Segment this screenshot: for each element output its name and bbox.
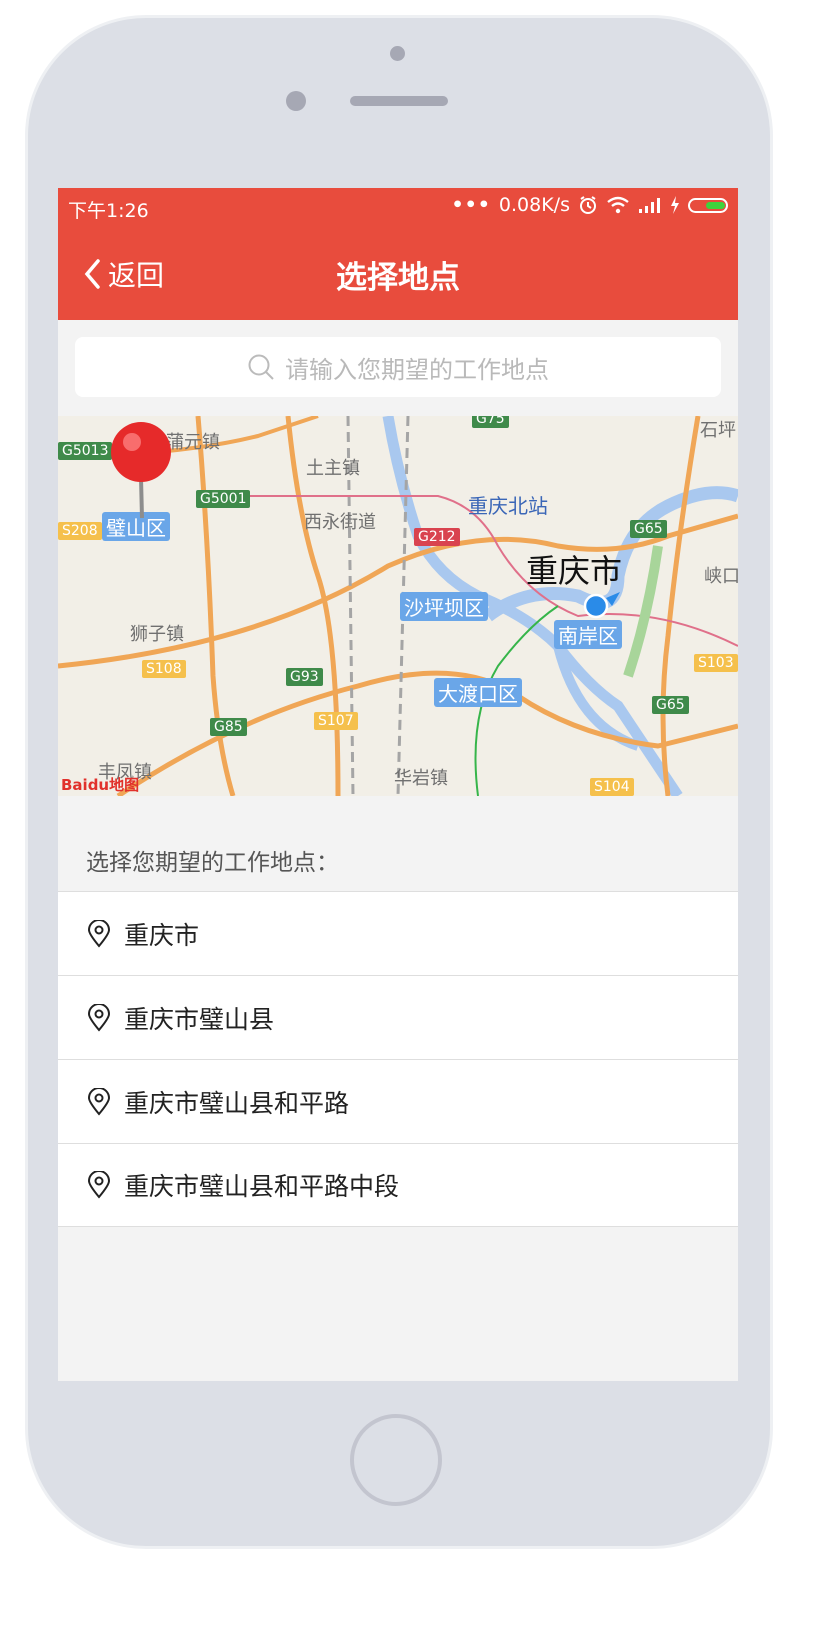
nav-bar: 返回 选择地点	[58, 226, 738, 320]
signal-icon	[639, 198, 660, 213]
map-label-shapingba: 沙坪坝区	[400, 592, 488, 621]
map-label-nanan: 南岸区	[554, 620, 622, 649]
shield-s108: S108	[142, 660, 186, 678]
wifi-icon	[607, 196, 629, 214]
charging-icon	[671, 196, 679, 214]
map-pin-icon[interactable]	[108, 420, 174, 520]
search-input[interactable]: 请输入您期望的工作地点	[75, 337, 721, 397]
alarm-icon	[580, 196, 596, 214]
status-bar: 下午1:26 ••• 0.08K/s	[58, 188, 738, 226]
location-list: 重庆市 重庆市璧山县 重庆市璧山县和平路 重庆市璧山县和平路中段	[58, 891, 738, 1227]
status-time: 下午1:26	[68, 200, 149, 222]
location-pin-icon	[87, 1003, 111, 1032]
map-label-city: 重庆市	[526, 552, 623, 590]
shield-g212: G212	[414, 528, 460, 546]
home-button[interactable]	[350, 1414, 442, 1506]
proximity-sensor	[390, 46, 405, 61]
shield-g75: G75	[472, 416, 509, 428]
shield-g65-b: G65	[652, 696, 689, 714]
location-item-label: 重庆市璧山县和平路中段	[124, 1172, 400, 1201]
location-pin-icon	[87, 1171, 111, 1199]
location-item-label: 重庆市璧山县	[124, 1004, 275, 1034]
search-placeholder: 请输入您期望的工作地点	[285, 355, 549, 384]
location-item[interactable]: 重庆市璧山县	[58, 975, 738, 1059]
battery-icon	[688, 197, 728, 213]
shield-s103: S103	[694, 654, 738, 672]
location-pin-icon	[87, 919, 111, 948]
baidu-logo: Baidu地图	[61, 776, 140, 794]
shield-g85: G85	[210, 718, 247, 736]
shield-g93: G93	[286, 668, 323, 686]
location-item-label: 重庆市璧山县和平路	[124, 1088, 350, 1118]
shield-g5001: G5001	[196, 490, 251, 508]
current-location-icon	[583, 592, 620, 619]
location-pin-icon	[87, 1087, 111, 1116]
location-item[interactable]: 重庆市	[58, 891, 738, 975]
shield-g5013: G5013	[58, 442, 113, 460]
earpiece-speaker	[350, 96, 448, 106]
page-title: 选择地点	[336, 260, 460, 296]
phone-frame: 下午1:26 ••• 0.08K/s 返回 选择地点 请输入您期望的工作地点 蒲…	[28, 18, 770, 1546]
search-icon	[248, 354, 274, 380]
map-label-tuzhu: 土主镇	[306, 458, 360, 479]
map-label-xiyong: 西永街道	[304, 512, 376, 533]
map-view[interactable]: 蒲元镇 土主镇 西永街道 狮子镇 华岩镇 丰凤镇 石坪 峡口 重庆北站 璧山区 …	[58, 416, 738, 796]
map-label-xia: 峡口	[704, 566, 738, 587]
section-label: 选择您期望的工作地点：	[86, 850, 339, 876]
app-screen: 下午1:26 ••• 0.08K/s 返回 选择地点 请输入您期望的工作地点 蒲…	[58, 188, 738, 1381]
shield-s107: S107	[314, 712, 358, 730]
map-label-shiping: 石坪	[700, 420, 736, 441]
location-item-label: 重庆市	[124, 920, 200, 950]
map-label-station: 重庆北站	[468, 494, 548, 518]
shield-s208: S208	[58, 522, 102, 540]
network-speed: 0.08K/s	[498, 194, 570, 216]
map-label-huayan: 华岩镇	[394, 768, 448, 789]
more-dots: •••	[451, 194, 491, 216]
front-camera	[286, 91, 306, 111]
shield-s104: S104	[590, 778, 634, 796]
shield-g65-a: G65	[630, 520, 667, 538]
location-item[interactable]: 重庆市璧山县和平路	[58, 1059, 738, 1143]
map-label-puyuan: 蒲元镇	[166, 432, 220, 453]
status-icons: ••• 0.08K/s	[451, 194, 728, 216]
location-item[interactable]: 重庆市璧山县和平路中段	[58, 1143, 738, 1227]
map-label-shizi: 狮子镇	[130, 624, 184, 645]
search-area: 请输入您期望的工作地点	[58, 320, 738, 416]
map-label-dadukou: 大渡口区	[434, 678, 522, 707]
